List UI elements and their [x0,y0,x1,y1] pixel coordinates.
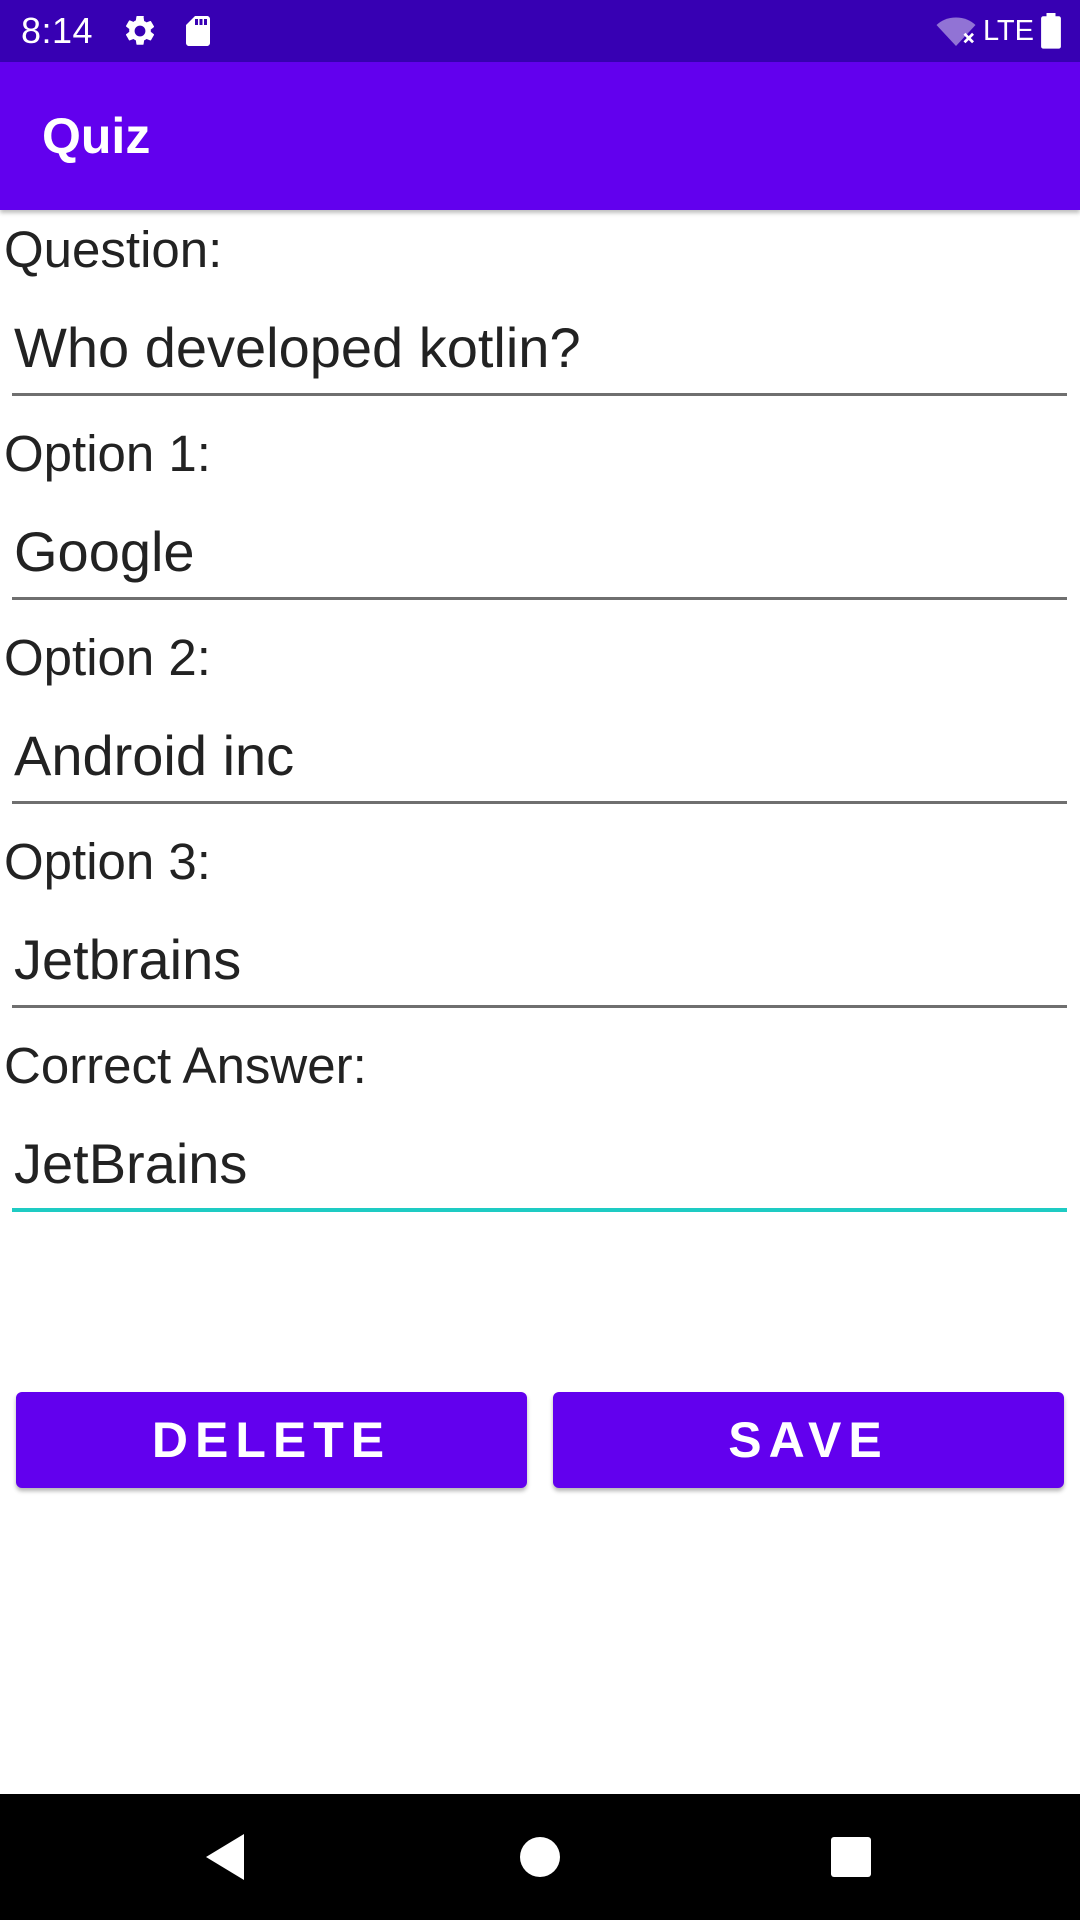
option2-input[interactable]: Android inc [12,716,1067,804]
home-icon[interactable] [507,1824,573,1890]
recents-icon[interactable] [818,1824,884,1890]
settings-icon [122,13,158,49]
delete-button[interactable]: DELETE [16,1392,527,1488]
option2-label: Option 2: [4,629,211,686]
battery-icon [1040,13,1062,49]
question-input[interactable]: Who developed kotlin? [12,308,1067,396]
back-icon[interactable] [192,1824,258,1890]
app-title: Quiz [42,108,151,164]
question-label: Question: [4,221,223,278]
option3-label: Option 3: [4,833,211,890]
app-bar: Quiz [0,62,1080,210]
wifi-off-icon [935,13,977,49]
option3-input[interactable]: Jetbrains [12,920,1067,1008]
navigation-bar [0,1794,1080,1920]
sd-card-icon [180,13,216,49]
status-time: 8:14 [21,10,94,51]
option1-label: Option 1: [4,425,211,482]
option1-input[interactable]: Google [12,512,1067,600]
network-type-label: LTE [982,15,1034,47]
correct-answer-input[interactable]: JetBrains [12,1124,1067,1212]
status-bar: 8:14 LTE [0,0,1080,62]
correct-answer-label: Correct Answer: [4,1037,367,1094]
app-screen: 8:14 LTE Quiz Question: Who developed ko… [0,0,1080,1920]
save-button[interactable]: SAVE [553,1392,1064,1488]
status-right-group: LTE [935,12,1062,50]
